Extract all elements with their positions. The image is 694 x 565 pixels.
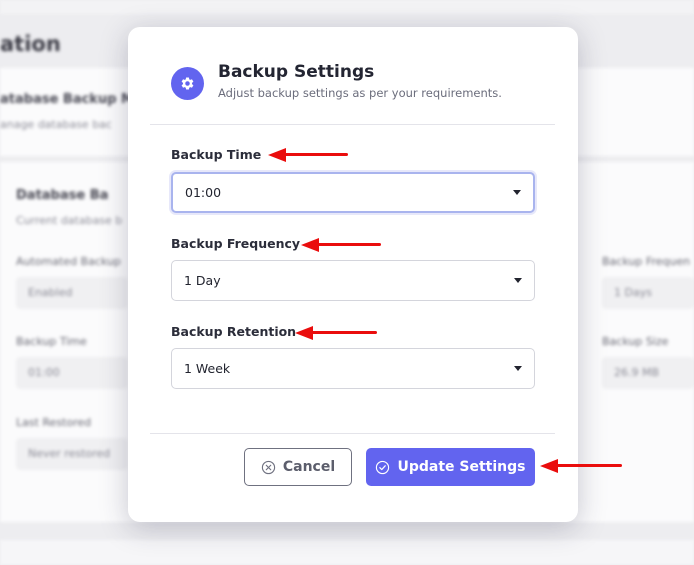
background-field-label: Automated Backup: [16, 255, 121, 268]
background-database-title: Database Ba: [16, 188, 109, 203]
cancel-button-label: Cancel: [282, 459, 336, 475]
modal-title: Backup Settings: [218, 62, 375, 82]
background-page-heading: ation: [0, 32, 61, 56]
annotation-arrow-backup-frequency: [301, 238, 381, 252]
background-field-value: 26.9 MB: [602, 357, 694, 389]
backup-time-value: 01:00: [185, 185, 222, 200]
gear-icon: [171, 67, 204, 100]
background-database-subtitle: Current database b: [16, 214, 123, 227]
background-footer-card: [0, 540, 694, 565]
annotation-arrow-backup-time: [268, 148, 348, 162]
background-card-subtitle: anage database bac: [0, 118, 112, 131]
header-divider: [150, 124, 555, 125]
update-settings-button[interactable]: Update Settings: [366, 448, 535, 486]
annotation-arrow-backup-retention: [295, 326, 377, 340]
background-field-label: Backup Frequen: [602, 255, 691, 268]
background-field-value: Enabled: [16, 277, 128, 309]
backup-frequency-label: Backup Frequency: [171, 236, 301, 251]
cancel-button[interactable]: Cancel: [244, 448, 352, 486]
chevron-down-icon: [513, 190, 521, 195]
backup-frequency-value: 1 Day: [184, 273, 221, 288]
footer-divider: [150, 433, 555, 434]
background-field-label: Backup Size: [602, 335, 669, 348]
backup-retention-label: Backup Retention: [171, 324, 297, 339]
backup-retention-value: 1 Week: [184, 361, 231, 376]
backup-time-select[interactable]: 01:00: [171, 172, 535, 213]
backup-retention-select[interactable]: 1 Week: [171, 348, 535, 389]
annotation-arrow-update-settings: [540, 459, 622, 473]
chevron-down-icon: [514, 366, 522, 371]
close-circle-icon: [261, 460, 276, 474]
update-settings-button-label: Update Settings: [397, 459, 526, 475]
background-field-value: 01:00: [16, 357, 128, 389]
modal-subtitle: Adjust backup settings as per your requi…: [218, 86, 502, 100]
background-card-title: atabase Backup M: [0, 92, 134, 107]
background-field-value: Never restored: [16, 438, 128, 470]
background-field-value: 1 Days: [602, 277, 694, 309]
backup-time-label: Backup Time: [171, 147, 262, 162]
background-topbar: [0, 0, 694, 14]
background-field-label: Last Restored: [16, 416, 92, 429]
backup-frequency-select[interactable]: 1 Day: [171, 260, 535, 301]
check-circle-icon: [376, 460, 390, 474]
backup-settings-modal: Backup Settings Adjust backup settings a…: [128, 27, 578, 522]
chevron-down-icon: [514, 278, 522, 283]
background-field-label: Backup Time: [16, 335, 87, 348]
